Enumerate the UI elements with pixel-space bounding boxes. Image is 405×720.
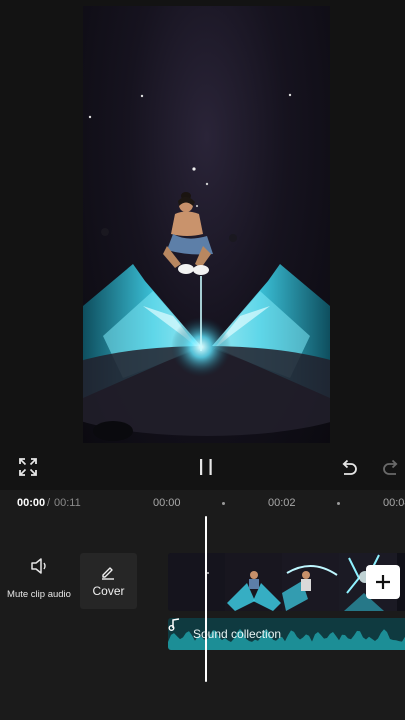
ruler-label: 00:00 xyxy=(153,497,181,509)
video-preview-area xyxy=(0,0,405,444)
add-clip-button[interactable] xyxy=(366,565,400,599)
ruler-tick xyxy=(337,502,340,505)
clip-thumbnail xyxy=(225,553,283,611)
total-duration: 00:11 xyxy=(54,497,81,509)
pause-icon xyxy=(200,459,212,475)
cover-button[interactable]: Cover xyxy=(80,553,137,609)
timeline-panel: 00:00 / 00:11 00:00 00:02 00:04 Mute cli… xyxy=(0,490,405,720)
clip-thumbnail xyxy=(282,553,340,611)
playback-control-bar xyxy=(0,444,405,490)
pencil-icon xyxy=(102,567,114,580)
plus-icon xyxy=(376,575,390,589)
speaker-icon xyxy=(31,558,46,574)
undo-icon xyxy=(342,459,357,475)
music-note-icon xyxy=(168,618,180,631)
undo-button[interactable] xyxy=(332,450,366,484)
cover-label: Cover xyxy=(92,584,125,598)
fullscreen-icon xyxy=(19,458,37,476)
fullscreen-button[interactable] xyxy=(11,450,45,484)
redo-icon xyxy=(383,459,398,475)
current-time: 00:00 xyxy=(17,497,46,509)
audio-track[interactable]: Sound collection xyxy=(168,618,405,650)
pause-button[interactable] xyxy=(189,450,223,484)
ruler-tick xyxy=(222,502,225,505)
ruler-label: 00:02 xyxy=(268,497,296,509)
mute-clip-audio-label: Mute clip audio xyxy=(7,589,71,600)
playhead[interactable] xyxy=(205,516,207,682)
time-separator: / xyxy=(47,497,51,509)
time-ruler: 00:00 / 00:11 00:00 00:02 00:04 xyxy=(0,490,405,516)
redo-button[interactable] xyxy=(374,450,405,484)
ruler-label: 00:04 xyxy=(383,497,405,509)
video-preview[interactable] xyxy=(83,6,330,443)
mute-clip-audio-button[interactable]: Mute clip audio xyxy=(2,550,76,606)
clip-thumbnail xyxy=(168,553,226,611)
video-frame-image xyxy=(83,93,330,441)
